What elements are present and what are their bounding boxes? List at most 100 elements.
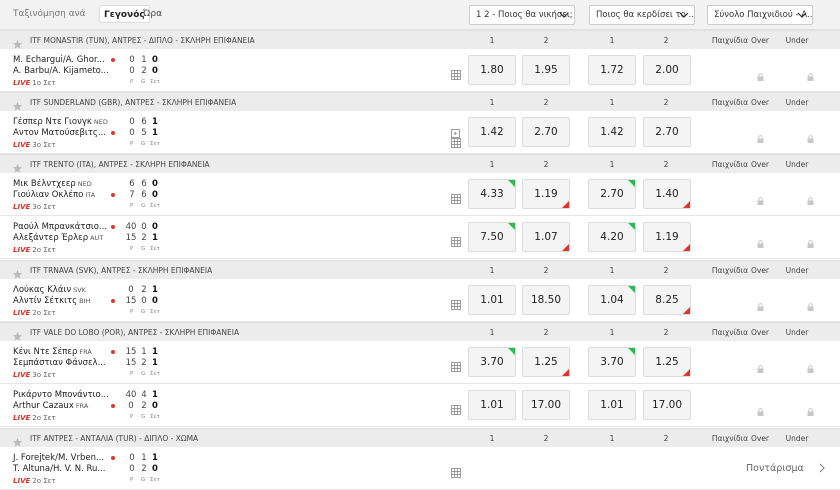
score-p2-2: 0 <box>152 190 158 200</box>
league-name: ITF MONASTIR (TUN), ΑΝΤΡΕΣ - ΔΙΠΛΟ - ΣΚΛ… <box>30 36 255 45</box>
match-row[interactable]: Ρικάρντο Μπονάντιο... Arthur Cazaux FRA 40 0… <box>0 384 840 427</box>
odds-button-match-1[interactable]: 1.42 <box>468 117 516 147</box>
player-2-name: Arthur Cazaux FRA <box>13 401 89 411</box>
score-p1-2: 1 <box>152 347 158 357</box>
odds-button-set-1[interactable]: 2.70 <box>588 179 636 209</box>
column-header-match-2: 2 <box>543 434 549 443</box>
odds-up-indicator <box>628 180 635 187</box>
odds-button-match-1[interactable]: 1.01 <box>468 390 516 420</box>
statistics-icon[interactable] <box>451 65 461 80</box>
score-label-points: P <box>130 79 134 85</box>
odds-button-match-2[interactable]: 1.07 <box>522 222 570 252</box>
live-status: LIVE 1ο Σετ <box>13 79 56 87</box>
chevron-down-icon <box>679 12 689 18</box>
sort-toolbar: Ταξινόμηση ανά Γεγονός Ώρα 1 2 - Ποιος θ… <box>0 0 840 30</box>
odds-button-set-2[interactable]: 8.25 <box>643 285 691 315</box>
score-label-points: P <box>130 246 134 252</box>
odds-button-match-2[interactable]: 1.19 <box>522 179 570 209</box>
player-2-name: Γιούλιαν Οκλέπο ITA <box>13 190 96 200</box>
tab-sort-time[interactable]: Ώρα <box>139 5 166 23</box>
score-p1-2: 0 <box>152 179 158 189</box>
column-header-games: Παιχνίδια <box>711 328 749 337</box>
odds-button-set-2[interactable]: 1.40 <box>643 179 691 209</box>
column-header-match-2: 2 <box>543 160 549 169</box>
odds-button-match-2[interactable]: 2.70 <box>522 117 570 147</box>
player-2-name: T. Altuna/H. V. N. Ru... <box>13 464 106 474</box>
match-row[interactable]: Κένι Ντε Σέπερ FRA Σεμπάστιαν Φάνσελ... 15 1… <box>0 341 840 384</box>
statistics-icon[interactable] <box>451 189 461 204</box>
odds-button-set-1[interactable]: 3.70 <box>588 347 636 377</box>
lock-icon <box>807 190 814 205</box>
league-header: ITF VALE DO LOBO (POR), ΑΝΤΡΕΣ - ΣΚΛΗΡΗ … <box>0 322 840 342</box>
score-label-games: G <box>141 309 146 315</box>
odds-button-match-1[interactable]: 7.50 <box>468 222 516 252</box>
lock-icon <box>807 358 814 373</box>
odds-button-match-1[interactable]: 3.70 <box>468 347 516 377</box>
odds-button-set-2[interactable]: 2.00 <box>643 55 691 85</box>
player-2-name: Αντον Ματούσεβιτς... <box>13 128 106 138</box>
column-header-match-1: 1 <box>489 266 495 275</box>
statistics-icon[interactable] <box>451 357 461 372</box>
chevron-right-icon[interactable] <box>818 463 826 473</box>
live-stream-icon[interactable] <box>451 123 460 138</box>
favorite-star-icon[interactable] <box>12 35 23 49</box>
odds-button-set-1[interactable]: 1.04 <box>588 285 636 315</box>
odds-button-set-1[interactable]: 1.42 <box>588 117 636 147</box>
odds-button-match-1[interactable]: 4.33 <box>468 179 516 209</box>
statistics-icon[interactable] <box>451 295 461 310</box>
odds-button-match-2[interactable]: 1.95 <box>522 55 570 85</box>
score-p1-2: 1 <box>152 390 158 400</box>
odds-button-match-2[interactable]: 1.25 <box>522 347 570 377</box>
score-p2-1: 2 <box>141 401 147 411</box>
score-label-points: P <box>130 203 134 209</box>
odds-button-match-1[interactable]: 1.01 <box>468 285 516 315</box>
column-header-games: Παιχνίδια <box>711 434 749 443</box>
score-label-points: P <box>130 477 134 483</box>
odds-button-set-1[interactable]: 4.20 <box>588 222 636 252</box>
score-p1-1: 1 <box>141 453 147 463</box>
score-p2-2: 0 <box>152 296 158 306</box>
market-dropdown-winner[interactable]: 1 2 - Ποιος θα νικήσει; <box>469 5 575 25</box>
favorite-star-icon[interactable] <box>12 433 23 447</box>
favorite-star-icon[interactable] <box>12 159 23 173</box>
column-header-under: Under <box>785 266 809 275</box>
match-row[interactable]: J. Forejtek/M. Vrben... T. Altuna/H. V. N… <box>0 447 840 490</box>
statistics-icon[interactable] <box>451 400 461 415</box>
odds-button-set-2[interactable]: 2.70 <box>643 117 691 147</box>
odds-button-set-1[interactable]: 1.01 <box>588 390 636 420</box>
serving-indicator <box>111 193 115 197</box>
statistics-icon[interactable] <box>451 463 461 478</box>
score-p1-2: 1 <box>152 285 158 295</box>
odds-button-set-2[interactable]: 1.25 <box>643 347 691 377</box>
match-row[interactable]: M. Echargui/A. Ghor... A. Barbu/A. Kijame… <box>0 49 840 92</box>
odds-button-set-2[interactable]: 17.00 <box>643 390 691 420</box>
score-p2-0: 0 <box>129 464 135 474</box>
league-header: ITF SUNDERLAND (GBR), ΑΝΤΡΕΣ - ΣΚΛΗΡΗ ΕΠ… <box>0 92 840 112</box>
player-1-country: FRA <box>79 348 92 356</box>
odds-button-match-2[interactable]: 18.50 <box>522 285 570 315</box>
match-row[interactable]: Μικ Βέλντχεερ NED Γιούλιαν Οκλέπο ITA 6 7 6 6 0 0… <box>0 173 840 216</box>
score-label-points: P <box>130 309 134 315</box>
score-p1-1: 6 <box>141 179 147 189</box>
player-2-name: A. Barbu/A. Kijameto... <box>13 66 109 76</box>
market-dropdown-set-winner[interactable]: Ποιος θα κερδίσει το ... <box>589 5 695 25</box>
score-label-games: G <box>141 203 146 209</box>
column-header-set-2: 2 <box>663 266 669 275</box>
score-label-games: G <box>141 371 146 377</box>
more-bets-link[interactable]: Ποντάρισμα <box>746 463 804 474</box>
odds-button-match-1[interactable]: 1.80 <box>468 55 516 85</box>
favorite-star-icon[interactable] <box>12 97 23 111</box>
odds-button-set-1[interactable]: 1.72 <box>588 55 636 85</box>
odds-button-set-2[interactable]: 1.19 <box>643 222 691 252</box>
match-row[interactable]: Λούκας Κλάιν SVK Αλντίν Σέτκιτς BIH 0 15 2 0 1 0 P… <box>0 279 840 322</box>
match-row[interactable]: Ραούλ Μπρανκάτσιο... Αλεξάντερ Έρλερ AUT 40… <box>0 216 840 259</box>
odds-button-match-2[interactable]: 17.00 <box>522 390 570 420</box>
league-name: ITF TRENTO (ITA), ΑΝΤΡΕΣ - ΣΚΛΗΡΗ ΕΠΙΦΑΝ… <box>30 160 210 169</box>
favorite-star-icon[interactable] <box>12 327 23 341</box>
statistics-icon[interactable] <box>451 232 461 247</box>
statistics-icon[interactable] <box>451 133 461 148</box>
favorite-star-icon[interactable] <box>12 265 23 279</box>
market-dropdown-total-games[interactable]: Σύνολο Παιχνιδιού - Α... <box>707 5 813 25</box>
match-row[interactable]: Γέσπερ Ντε Γιονγκ NED Αντον Ματούσεβιτς...… <box>0 111 840 154</box>
column-header-over: Over <box>750 434 770 443</box>
